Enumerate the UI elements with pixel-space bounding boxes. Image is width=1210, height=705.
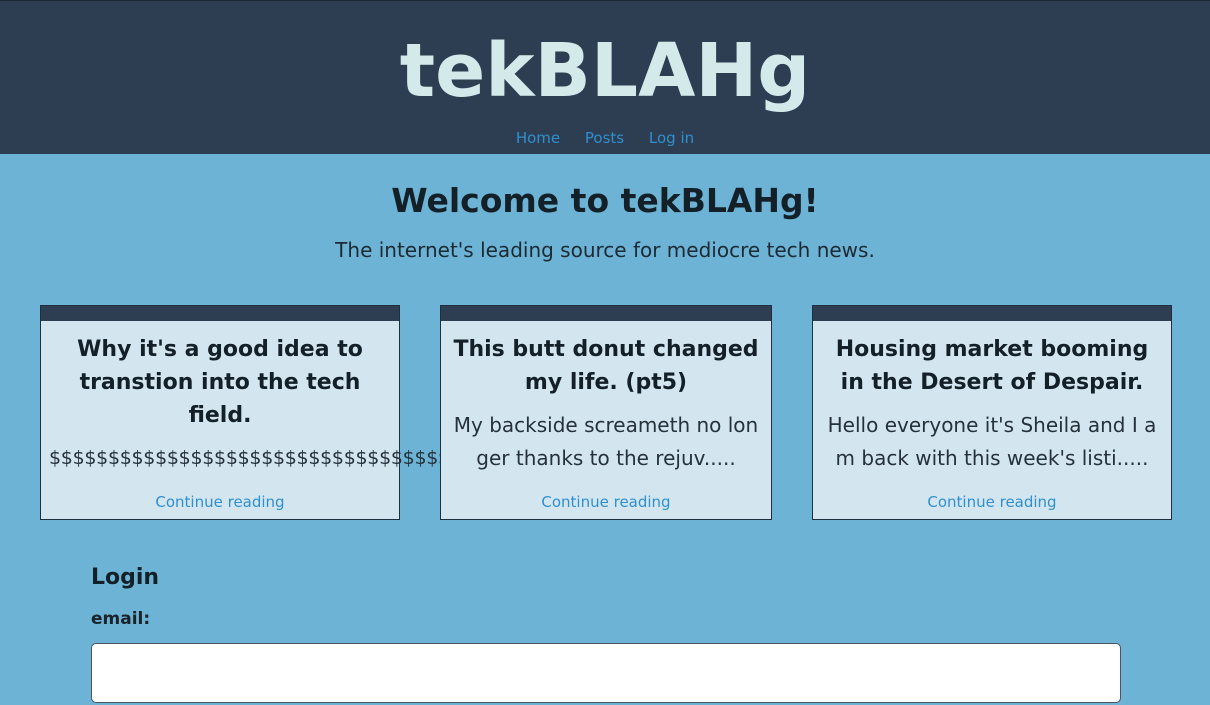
tagline: The internet's leading source for medioc… (335, 238, 875, 262)
site-title: tekBLAHg (399, 28, 811, 114)
site-header: tekBLAHg Home Posts Log in (0, 0, 1210, 154)
post-title: This butt donut changed my life. (pt5) (453, 337, 759, 395)
post-title: Housing market booming in the Desert of … (835, 337, 1149, 395)
login-heading: Login (91, 565, 160, 590)
continue-reading-link[interactable]: Continue reading (441, 493, 771, 511)
welcome-heading: Welcome to tekBLAHg! (391, 181, 819, 220)
nav-posts-link[interactable]: Posts (585, 129, 624, 147)
post-card-header-bar (41, 306, 399, 321)
post-card: Housing market booming in the Desert of … (812, 305, 1172, 520)
email-label: email: (91, 609, 151, 629)
main-nav: Home Posts Log in (0, 128, 1210, 148)
continue-reading-link[interactable]: Continue reading (813, 493, 1171, 511)
post-card-header-bar (441, 306, 771, 321)
nav-home-link[interactable]: Home (516, 129, 560, 147)
post-title: Why it's a good idea to transtion into t… (77, 337, 363, 428)
post-excerpt: My backside screameth no longer thanks t… (453, 413, 759, 470)
post-excerpt: Hello everyone it's Sheila and I am back… (827, 413, 1157, 470)
continue-reading-link[interactable]: Continue reading (41, 493, 399, 511)
post-excerpt: $$$$$$$$$$$$$$$$$$$$$$$$$$$$$$$$$$$$$$$$… (49, 447, 609, 469)
post-card-header-bar (813, 306, 1171, 321)
post-card: Why it's a good idea to transtion into t… (40, 305, 609, 520)
post-card: This butt donut changed my life. (pt5) M… (440, 305, 772, 520)
nav-login-link[interactable]: Log in (649, 129, 694, 147)
email-input[interactable] (91, 643, 1121, 703)
